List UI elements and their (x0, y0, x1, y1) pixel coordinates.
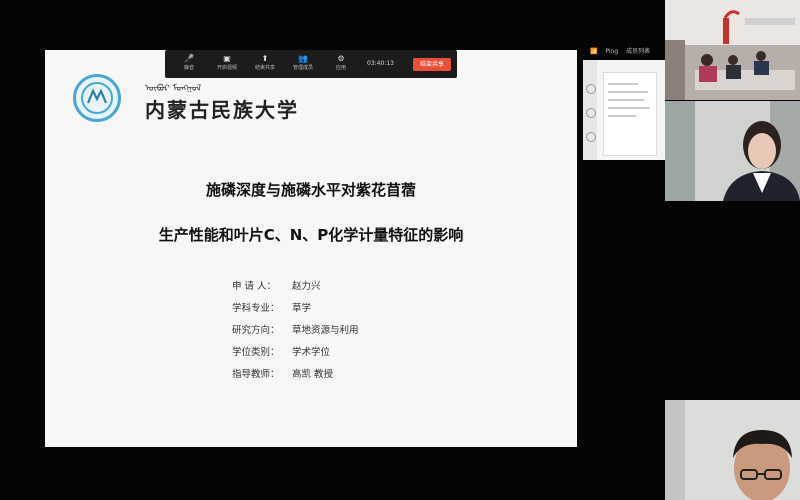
toolbar-label: 应用 (335, 65, 346, 71)
doc-line (608, 91, 648, 93)
info-value: 高凯 教授 (292, 369, 334, 380)
applicant-info: 申 请 人： 赵力兴 学科专业： 草学 研究方向： 草地资源与利用 学位类别： 学术学位… (232, 278, 359, 388)
ping-label: Ping (605, 48, 619, 55)
info-row: 研究方向： 草地资源与利用 (232, 322, 359, 344)
participant-image (665, 101, 800, 201)
end-share-button[interactable]: 结束共享 (413, 58, 451, 71)
info-value: 学术学位 (292, 347, 331, 358)
doc-line (608, 83, 638, 85)
info-value: 草地资源与利用 (292, 325, 359, 336)
gear-icon: ⚙ (337, 54, 345, 63)
share-screen-button[interactable]: ⬆ 结束共享 (247, 53, 283, 72)
toolbar-label: 管理成员 (292, 65, 313, 71)
info-label: 学科专业： (232, 303, 280, 314)
status-bar: 📶 Ping 成员列表 (590, 46, 656, 55)
circle-icon (586, 108, 596, 118)
presenter-image (665, 400, 800, 500)
info-label: 学位类别： (232, 347, 280, 358)
apps-button[interactable]: ⚙ 应用 (323, 53, 359, 72)
university-logo-icon (73, 74, 121, 122)
meeting-timer: 03:40:13 (367, 60, 394, 67)
toolbar-label: 开启视频 (216, 65, 237, 71)
share-icon: ⬆ (261, 54, 269, 63)
info-label: 指导教师： (232, 369, 280, 380)
slide-title-line1: 施磷深度与施磷水平对紫花苜蓿 (205, 181, 416, 199)
member-list-link[interactable]: 成员列表 (626, 48, 650, 55)
info-row: 学位类别： 学术学位 (232, 344, 359, 366)
video-tile-meeting-room[interactable] (665, 0, 800, 100)
microphone-icon: 🎤 (184, 54, 194, 63)
doc-line (608, 115, 636, 117)
doc-line (608, 99, 644, 101)
video-button[interactable]: ▣ 开启视频 (209, 53, 245, 72)
info-label: 申 请 人： (232, 281, 277, 292)
shared-slide: ᠦᠪᠦᠷ ᠮᠣᠩᠭᠣᠯ 内蒙古民族大学 施磷深度与施磷水平对紫花苜蓿 生产性能和… (45, 50, 577, 447)
mute-button[interactable]: 🎤 静音 (171, 53, 207, 72)
info-row: 指导教师： 高凯 教授 (232, 366, 359, 388)
signal-icon: 📶 (590, 48, 598, 55)
circle-icon (586, 132, 596, 142)
info-label: 研究方向： (232, 325, 280, 336)
info-value: 草学 (292, 303, 312, 314)
camera-icon: ▣ (223, 54, 231, 63)
slide-title-line2: 生产性能和叶片C、N、P化学计量特征的影响 (158, 226, 464, 244)
video-tile-presenter[interactable] (665, 400, 800, 500)
doc-line (608, 107, 650, 109)
toolbar-label: 静音 (183, 65, 194, 71)
info-value: 赵力兴 (292, 281, 321, 292)
document-preview[interactable] (583, 60, 665, 160)
toolbar-label: 结束共享 (254, 65, 275, 71)
university-mongolian-name: ᠦᠪᠦᠷ ᠮᠣᠩᠭᠣᠯ (145, 84, 202, 94)
info-row: 学科专业： 草学 (232, 300, 359, 322)
doc-sidebar (583, 60, 597, 160)
university-name: 内蒙古民族大学 (145, 98, 299, 122)
info-row: 申 请 人： 赵力兴 (232, 278, 359, 300)
people-icon: 👥 (298, 54, 308, 63)
circle-icon (586, 84, 596, 94)
participants-button[interactable]: 👥 管理成员 (285, 53, 321, 72)
meeting-toolbar: 🎤 静音 ▣ 开启视频 ⬆ 结束共享 👥 管理成员 ⚙ 应用 03:40:13 … (165, 50, 457, 78)
meeting-room-image (665, 0, 800, 100)
doc-page (603, 72, 657, 156)
video-tile-participant[interactable] (665, 101, 800, 201)
